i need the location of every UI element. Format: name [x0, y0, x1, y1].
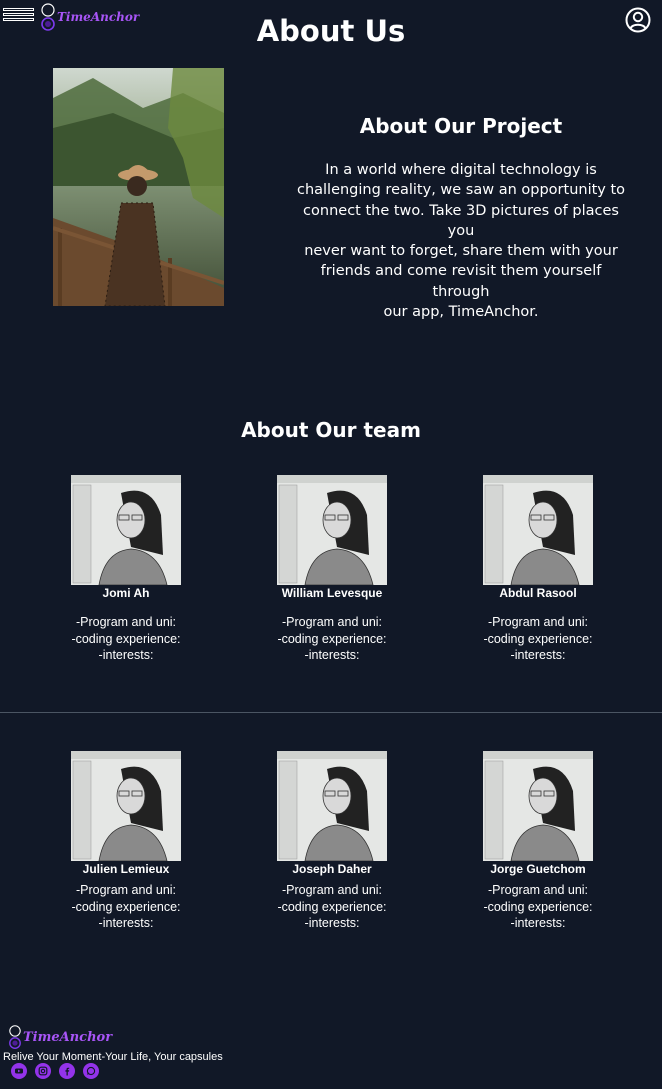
social-links — [11, 1063, 99, 1079]
user-profile-icon[interactable] — [625, 7, 651, 33]
member-name: William Levesque — [281, 586, 383, 600]
member-photo — [277, 475, 387, 585]
team-member-card: Jomi Ah -Program and uni: -coding experi… — [46, 475, 206, 664]
member-name: Jomi Ah — [102, 586, 150, 600]
member-info: -Program and uni: -coding experience: -i… — [483, 615, 593, 662]
team-member-card: William Levesque -Program and uni: -codi… — [252, 475, 412, 664]
member-photo — [277, 751, 387, 861]
member-photo — [71, 751, 181, 861]
member-name: Abdul Rasool — [499, 586, 577, 600]
instagram-icon[interactable] — [35, 1063, 51, 1079]
member-name: Julien Lemieux — [82, 862, 170, 876]
member-photo — [71, 475, 181, 585]
team-member-card: Joseph Daher -Program and uni: -coding e… — [252, 751, 412, 932]
member-info: -Program and uni: -coding experience: -i… — [71, 883, 181, 930]
project-section-title: About Our Project — [359, 114, 563, 138]
team-section-title: About Our team — [241, 418, 421, 442]
hourglass-logo-icon — [9, 1025, 21, 1049]
hero-photo — [53, 68, 224, 306]
header: TimeAnchor About Us — [0, 0, 662, 50]
member-name: Joseph Daher — [292, 862, 372, 876]
member-info: -Program and uni: -coding experience: -i… — [277, 615, 387, 662]
team-member-card: Jorge Guetchom -Program and uni: -coding… — [458, 751, 618, 932]
footer-brand-name: TimeAnchor — [23, 1029, 113, 1045]
team-member-card: Abdul Rasool -Program and uni: -coding e… — [458, 475, 618, 664]
member-info: -Program and uni: -coding experience: -i… — [483, 883, 593, 930]
footer-brand-logo[interactable]: TimeAnchor — [8, 1024, 112, 1050]
member-info: -Program and uni: -coding experience: -i… — [71, 615, 181, 662]
footer-tagline: Relive Your Moment-Your Life, Your capsu… — [3, 1051, 223, 1063]
member-info: -Program and uni: -coding experience: -i… — [277, 883, 387, 930]
member-name: Jorge Guetchom — [490, 862, 586, 876]
youtube-icon[interactable] — [11, 1063, 27, 1079]
member-photo — [483, 475, 593, 585]
project-description: In a world where digital technology is c… — [296, 162, 626, 321]
page-title: About Us — [256, 14, 406, 48]
facebook-icon[interactable] — [59, 1063, 75, 1079]
team-member-card: Julien Lemieux -Program and uni: -coding… — [46, 751, 206, 932]
section-divider — [0, 712, 662, 713]
whatsapp-icon[interactable] — [83, 1063, 99, 1079]
member-photo — [483, 751, 593, 861]
